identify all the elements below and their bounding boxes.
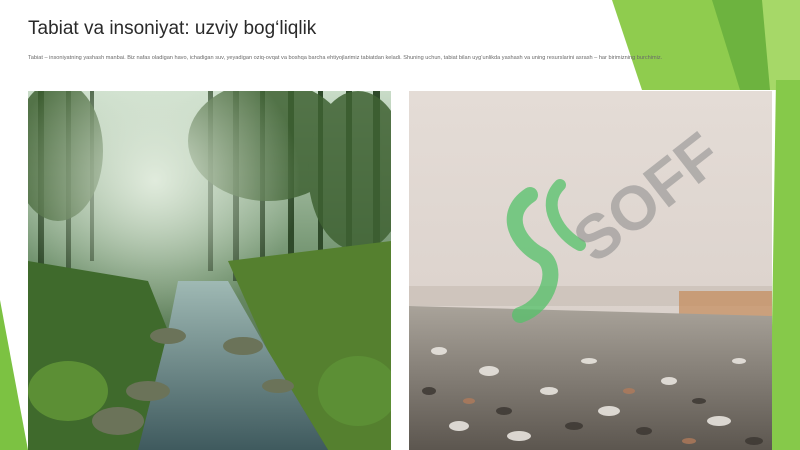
polluted-shore-image [409,91,772,450]
slide-paragraph: Tabiat – insoniyatning yashash manbai. B… [28,55,663,61]
slide: Tabiat va insoniyat: uzviy bog‘liqlik Ta… [0,0,800,450]
slide-title: Tabiat va insoniyat: uzviy bog‘liqlik [28,18,317,39]
decorative-green-band-top-right [612,0,800,90]
forest-stream-image [28,91,391,450]
polluted-shore-illustration [409,91,772,450]
decorative-green-shape-right-edge [770,80,800,450]
forest-stream-illustration [28,91,391,450]
